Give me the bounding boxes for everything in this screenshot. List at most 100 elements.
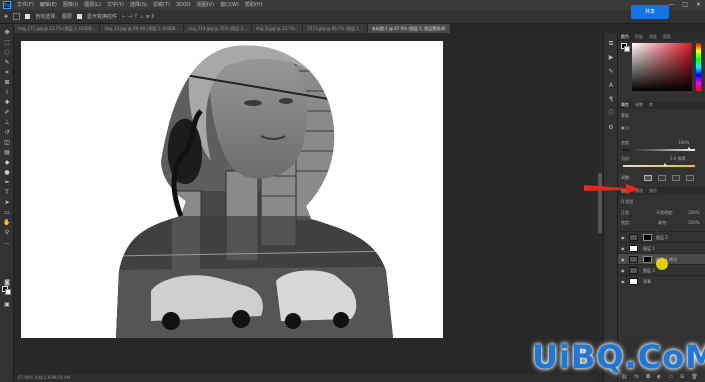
density-value[interactable]: 100%	[678, 140, 689, 145]
document-tab[interactable]: img_23.jpg @ 49.4% (图层 1, RGB/8...	[100, 24, 184, 33]
layer-row[interactable]: ◉ 图层 2	[618, 231, 705, 242]
menu-select[interactable]: 选择(S)	[130, 0, 147, 10]
tab-paths[interactable]: 路径	[649, 187, 657, 195]
info-panel-icon[interactable]: ⓘ	[607, 111, 615, 117]
eyedropper-icon[interactable]: ⌇	[3, 90, 11, 96]
hue-slider[interactable]	[696, 43, 701, 91]
menu-edit[interactable]: 编辑(E)	[40, 0, 57, 10]
path-select-icon[interactable]: ➤	[3, 200, 11, 206]
share-button[interactable]: 共享	[631, 5, 669, 19]
brush-tool-icon[interactable]: ✐	[3, 110, 11, 116]
menu-window[interactable]: 窗口(W)	[220, 0, 239, 10]
fill-value[interactable]: 100%	[688, 220, 699, 225]
menu-type[interactable]: 文字(Y)	[107, 0, 124, 10]
zoom-tool-icon[interactable]: ⚲	[3, 230, 11, 236]
screen-mode-icon[interactable]: ▣	[3, 302, 11, 308]
quick-mask-icon[interactable]: ◙	[3, 280, 11, 286]
enable-mask-button[interactable]	[672, 175, 680, 181]
menu-3d[interactable]: 3D(D)	[176, 0, 191, 10]
shape-tool-icon[interactable]: ▭	[3, 210, 11, 216]
align-icons[interactable]: ⊢ ⊣ ⊤ ⊥ ≡ ⦀	[122, 14, 154, 20]
layer-mask-thumbnail[interactable]	[643, 256, 652, 263]
hand-tool-icon[interactable]: ✋	[3, 220, 11, 226]
dodge-tool-icon[interactable]: ●	[3, 170, 11, 176]
layer-thumbnail	[629, 256, 638, 263]
marquee-tool-icon[interactable]: ⬚	[3, 40, 11, 46]
feather-slider[interactable]	[623, 163, 695, 167]
paragraph-panel-icon[interactable]: ¶	[607, 97, 615, 103]
menu-help[interactable]: 帮助(H)	[245, 0, 263, 10]
move-tool-icon[interactable]: ✥	[3, 30, 11, 36]
tab-swatches[interactable]: 色板	[635, 33, 643, 41]
tab-color[interactable]: 颜色	[621, 33, 629, 41]
document-tab[interactable]: img_171.jpg @ 12.7% (图层 1, RGB/8...	[14, 24, 100, 33]
minimize-button[interactable]: —	[668, 0, 674, 10]
edit-toolbar-icon[interactable]: …	[3, 240, 11, 246]
color-field[interactable]	[632, 43, 692, 91]
tab-libraries[interactable]: 库	[649, 101, 653, 109]
delete-mask-button[interactable]	[686, 175, 694, 181]
character-panel-icon[interactable]: A	[607, 83, 615, 89]
document-tab[interactable]: 1573.jpg @ 66.7% (图层 1...	[303, 24, 367, 33]
tab-gradients[interactable]: 渐变	[649, 33, 657, 41]
feather-value[interactable]: 0.0 像素	[670, 156, 686, 162]
visibility-eye-icon[interactable]: ◉	[621, 276, 626, 287]
move-tool-icon[interactable]: ✥	[4, 14, 8, 20]
show-transform-checkbox[interactable]	[76, 14, 82, 19]
mask-icons[interactable]: ▣ ◫	[621, 125, 630, 130]
gradient-tool-icon[interactable]: ▤	[3, 150, 11, 156]
history-panel-icon[interactable]: ⧉	[607, 41, 615, 47]
right-panels: 颜色 色板 渐变 图案 属性 调整 库 蒙版 ▣ ◫ 浓度: 100% 羽化: …	[617, 33, 705, 382]
layer-mask-thumbnail[interactable]	[643, 234, 652, 241]
pen-tool-icon[interactable]: ✒	[3, 180, 11, 186]
layer-row[interactable]: ◉ 背景	[618, 275, 705, 286]
auto-select-target[interactable]: 图层	[62, 13, 72, 20]
background-swatch[interactable]	[624, 46, 630, 52]
blur-tool-icon[interactable]: ◆	[3, 160, 11, 166]
tool-presets-icon[interactable]: ⚙	[607, 125, 615, 131]
apply-mask-button[interactable]	[658, 175, 666, 181]
load-selection-button[interactable]	[644, 175, 652, 181]
tab-patterns[interactable]: 图案	[663, 33, 671, 41]
maximize-button[interactable]: □	[682, 0, 688, 10]
background-color-swatch[interactable]	[5, 289, 11, 295]
history-brush-icon[interactable]: ↺	[3, 130, 11, 136]
document-tab[interactable]: img_8.jpg @ 12.7%...	[251, 24, 303, 33]
blend-mode-select[interactable]: 正常	[621, 210, 629, 216]
feather-slider-knob[interactable]	[663, 163, 667, 166]
type-tool-icon[interactable]: T	[3, 190, 11, 196]
menu-view[interactable]: 视图(V)	[197, 0, 214, 10]
color-panel-tabs: 颜色 色板 渐变 图案	[618, 33, 705, 41]
layer-filter[interactable]: Q 类型	[621, 199, 633, 205]
foreground-background-swatches[interactable]	[2, 286, 12, 296]
menu-layer[interactable]: 图层(L)	[84, 0, 101, 10]
brush-panel-icon[interactable]: ✎	[607, 69, 615, 75]
crop-tool-icon[interactable]: ⌗	[3, 70, 11, 76]
tab-adjustments[interactable]: 调整	[635, 101, 643, 109]
actions-panel-icon[interactable]: ▶	[607, 55, 615, 61]
properties-panel-tabs: 属性 调整 库	[618, 101, 705, 109]
opacity-value[interactable]: 100%	[688, 210, 699, 215]
eraser-tool-icon[interactable]: ◫	[3, 140, 11, 146]
frame-tool-icon[interactable]: ⊠	[3, 80, 11, 86]
document-canvas[interactable]	[21, 41, 443, 338]
tab-properties[interactable]: 属性	[621, 101, 629, 109]
menu-filter[interactable]: 滤镜(T)	[153, 0, 170, 10]
healing-brush-icon[interactable]: ✚	[3, 100, 11, 106]
auto-select-checkbox[interactable]	[25, 14, 31, 19]
density-slider-knob[interactable]	[687, 147, 691, 150]
auto-select-label: 自动选择:	[35, 14, 57, 20]
tool-preset-picker[interactable]	[13, 13, 21, 20]
layer-thumbnail	[629, 267, 638, 274]
menu-image[interactable]: 图像(I)	[63, 0, 78, 10]
layer-row[interactable]: ◉ 图层 1	[618, 242, 705, 253]
close-button[interactable]: ✕	[696, 0, 701, 10]
canvas-area[interactable]	[14, 33, 597, 373]
document-tab[interactable]: img_114.jpg @ 25% (图层 3...	[184, 24, 251, 33]
density-slider[interactable]	[623, 147, 695, 151]
quick-select-icon[interactable]: ✎	[3, 60, 11, 66]
lasso-tool-icon[interactable]: ◌	[3, 50, 11, 56]
document-tab-active[interactable]: 未标题-1 @ 67.9% (图层 2, 图层蒙版/8)	[367, 24, 450, 33]
menu-file[interactable]: 文件(F)	[17, 0, 34, 10]
stamp-tool-icon[interactable]: ⊥	[3, 120, 11, 126]
